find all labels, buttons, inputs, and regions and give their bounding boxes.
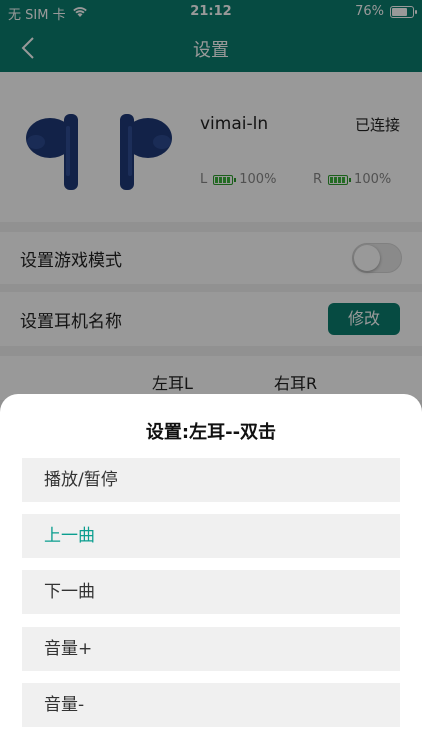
action-sheet: 设置:左耳--双击 播放/暂停 上一曲 下一曲 音量+ 音量- [0,394,422,750]
option-volume-down[interactable]: 音量- [22,683,400,727]
sheet-title: 设置:左耳--双击 [145,422,277,443]
option-previous-track[interactable]: 上一曲 [22,514,400,558]
option-play-pause[interactable]: 播放/暂停 [22,458,400,502]
option-volume-up[interactable]: 音量+ [22,627,400,671]
option-next-track[interactable]: 下一曲 [22,570,400,614]
